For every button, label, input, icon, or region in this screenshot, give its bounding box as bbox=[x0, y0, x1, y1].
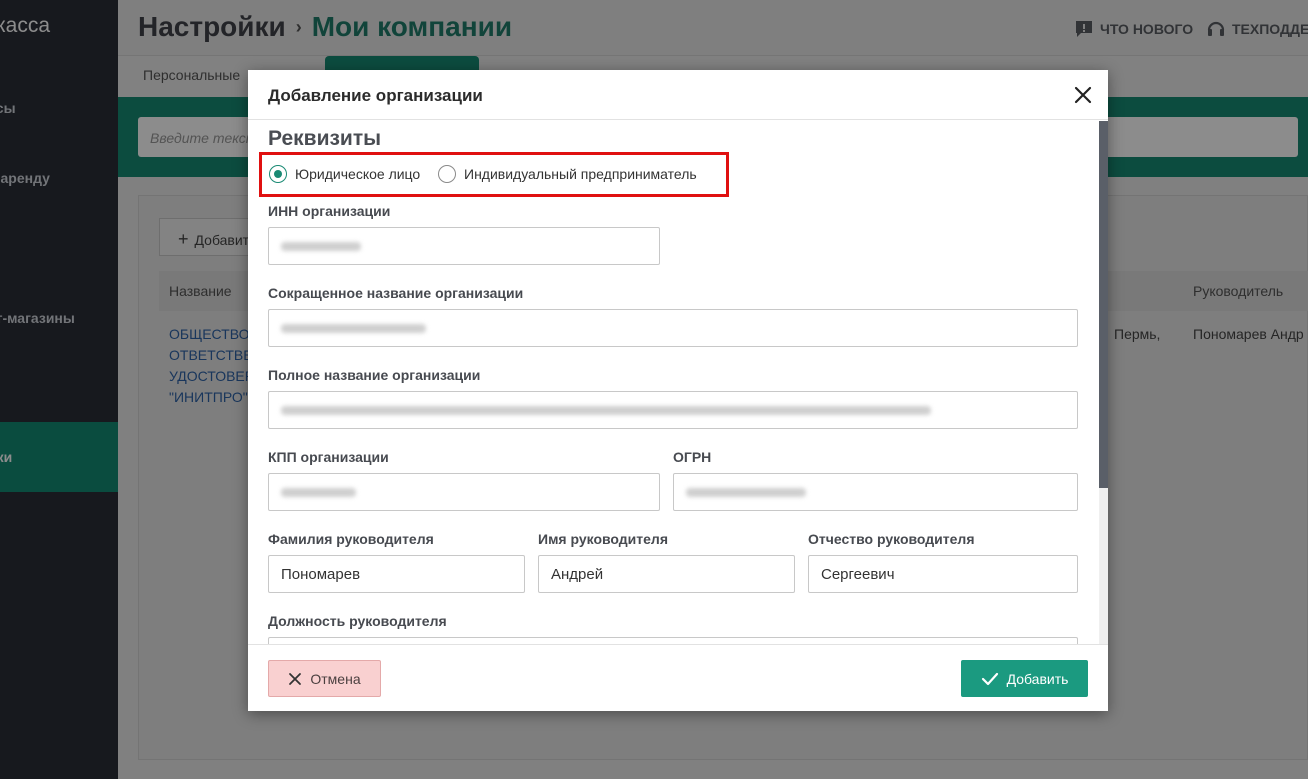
radio-legal-entity-label: Юридическое лицо bbox=[295, 166, 421, 182]
cancel-button[interactable]: Отмена bbox=[268, 660, 381, 697]
inn-field[interactable] bbox=[268, 227, 660, 265]
dialog-body: Реквизиты Юридическое лицо Индивидуальны… bbox=[248, 121, 1108, 644]
ogrn-field[interactable] bbox=[673, 473, 1078, 511]
short-name-label: Сокращенное название организации bbox=[268, 285, 524, 301]
full-name-label: Полное название организации bbox=[268, 367, 481, 383]
last-name-field[interactable]: Пономарев bbox=[268, 555, 525, 593]
inn-label: ИНН организации bbox=[268, 203, 391, 219]
first-name-label: Имя руководителя bbox=[538, 531, 668, 547]
radio-entrepreneur[interactable]: Индивидуальный предприниматель bbox=[438, 165, 697, 183]
checkmark-icon bbox=[981, 672, 998, 685]
kpp-label: КПП организации bbox=[268, 449, 389, 465]
redacted-value bbox=[281, 242, 361, 251]
redacted-value bbox=[281, 324, 426, 333]
scrollbar-thumb[interactable] bbox=[1099, 121, 1108, 488]
close-icon bbox=[289, 672, 302, 685]
short-name-field[interactable] bbox=[268, 309, 1078, 347]
last-name-label: Фамилия руководителя bbox=[268, 531, 434, 547]
add-organization-dialog: Добавление организации Реквизиты Юридиче… bbox=[248, 70, 1108, 711]
add-button[interactable]: Добавить bbox=[961, 660, 1088, 697]
section-title: Реквизиты bbox=[268, 127, 382, 150]
radio-legal-entity[interactable]: Юридическое лицо bbox=[269, 165, 420, 183]
middle-name-field[interactable]: Сергеевич bbox=[808, 555, 1078, 593]
dialog-footer: Отмена Добавить bbox=[248, 644, 1108, 711]
first-name-field[interactable]: Андрей bbox=[538, 555, 795, 593]
dialog-header: Добавление организации bbox=[248, 70, 1108, 120]
dialog-title: Добавление организации bbox=[268, 86, 483, 105]
redacted-value bbox=[281, 406, 931, 415]
radio-unchecked-icon bbox=[438, 165, 456, 183]
add-label: Добавить bbox=[1006, 670, 1069, 687]
cancel-label: Отмена bbox=[310, 670, 361, 687]
radio-entrepreneur-label: Индивидуальный предприниматель bbox=[464, 166, 697, 182]
ogrn-label: ОГРН bbox=[673, 449, 712, 465]
scrollbar[interactable] bbox=[1099, 121, 1108, 644]
redacted-value bbox=[686, 488, 806, 497]
position-label: Должность руководителя bbox=[268, 613, 447, 629]
redacted-value bbox=[281, 488, 356, 497]
radio-checked-icon bbox=[269, 165, 287, 183]
close-icon bbox=[1074, 86, 1092, 104]
kpp-field[interactable] bbox=[268, 473, 660, 511]
middle-name-label: Отчество руководителя bbox=[808, 531, 975, 547]
position-field[interactable] bbox=[268, 637, 1078, 644]
close-button[interactable] bbox=[1072, 84, 1094, 106]
full-name-field[interactable] bbox=[268, 391, 1078, 429]
